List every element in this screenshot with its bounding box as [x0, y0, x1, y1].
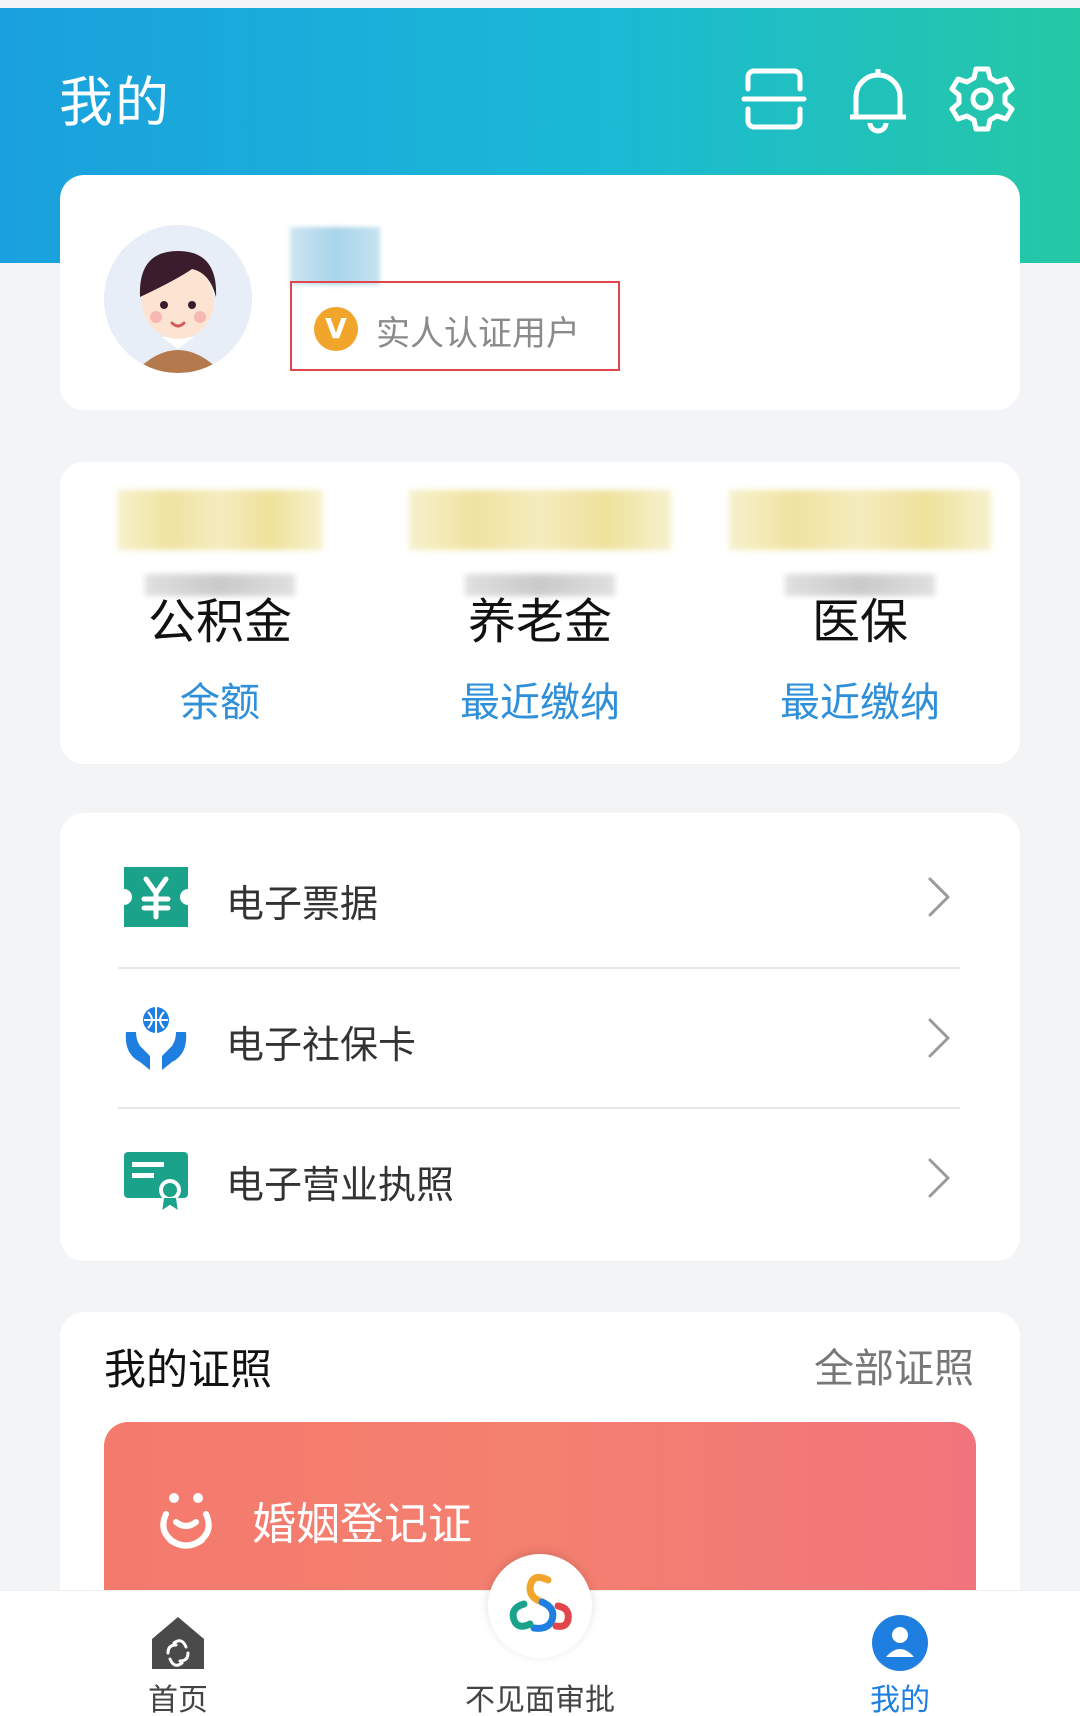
all-certificates-link[interactable]: 全部证照 [814, 1336, 974, 1394]
stat-value-redacted [409, 490, 671, 550]
stats-card: 公积金 余额 养老金 最近缴纳 医保 最近缴纳 [60, 462, 1020, 764]
menu-label: 电子营业执照 [226, 1163, 455, 1207]
stat-label: 医保 [811, 594, 908, 650]
avatar[interactable] [104, 225, 252, 373]
services-menu: 电子票据 电子社保卡 电子营业执照 [60, 813, 1020, 1261]
verified-v-icon: V [314, 307, 358, 351]
certificate-name: 婚姻登记证 [252, 1499, 472, 1550]
menu-item-social-security-card[interactable]: 电子社保卡 [60, 968, 1020, 1108]
stat-label: 公积金 [147, 594, 292, 650]
nav-label: 我的 [870, 1683, 930, 1716]
nav-home[interactable]: 首页 [78, 1591, 278, 1716]
verified-badge: V 实人认证用户 [290, 281, 620, 371]
scan-icon[interactable] [738, 63, 810, 135]
stat-value-redacted [729, 490, 991, 550]
receipt-icon [120, 861, 192, 933]
verified-label: 实人认证用户 [376, 314, 580, 354]
gear-icon[interactable] [946, 63, 1018, 135]
stat-label: 养老金 [467, 594, 612, 650]
stat-value-redacted [117, 490, 323, 550]
menu-label: 电子社保卡 [226, 1023, 417, 1067]
stat-medical-insurance[interactable]: 医保 最近缴纳 [710, 462, 1010, 764]
nav-label: 首页 [148, 1683, 208, 1716]
stat-sub: 最近缴纳 [780, 680, 940, 726]
home-icon [148, 1613, 208, 1673]
menu-item-e-receipt[interactable]: 电子票据 [60, 827, 1020, 967]
stat-housing-fund[interactable]: 公积金 余额 [70, 462, 370, 764]
approval-logo-icon[interactable] [488, 1554, 592, 1658]
marriage-icon [152, 1486, 220, 1554]
chevron-right-icon [928, 1158, 950, 1198]
stat-pension[interactable]: 养老金 最近缴纳 [390, 462, 690, 764]
chevron-right-icon [928, 877, 950, 917]
business-license-icon [120, 1142, 192, 1215]
nav-label: 不见面审批 [465, 1683, 615, 1716]
bell-icon[interactable] [842, 63, 914, 135]
page-title: 我的 [59, 71, 171, 134]
username-redacted [290, 227, 380, 285]
menu-item-business-license[interactable]: 电子营业执照 [60, 1108, 1020, 1248]
section-title: 我的证照 [104, 1345, 273, 1394]
chevron-right-icon [928, 1018, 950, 1058]
stat-sub: 最近缴纳 [460, 680, 620, 726]
social-security-icon [120, 1002, 192, 1074]
user-icon [870, 1613, 930, 1673]
profile-card[interactable]: V 实人认证用户 [60, 175, 1020, 410]
stat-sub: 余额 [180, 680, 260, 726]
nav-mine[interactable]: 我的 [800, 1591, 1000, 1716]
menu-label: 电子票据 [226, 882, 379, 926]
